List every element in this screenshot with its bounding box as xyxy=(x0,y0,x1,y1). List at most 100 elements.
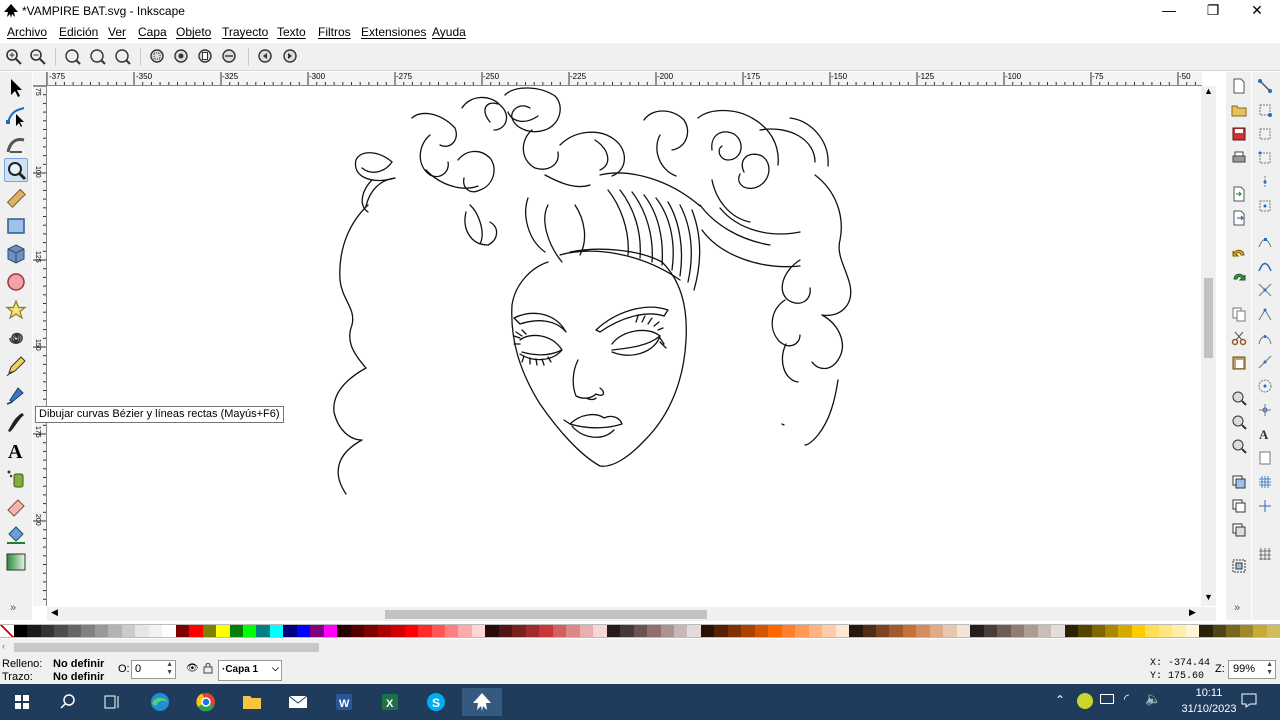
color-swatch[interactable] xyxy=(391,625,405,637)
color-swatch[interactable] xyxy=(579,625,594,637)
color-swatch[interactable] xyxy=(1091,625,1105,637)
menu-filtros[interactable]: Filtros xyxy=(318,25,351,39)
snap-rotation-centers-icon[interactable] xyxy=(1257,402,1273,418)
color-swatch[interactable] xyxy=(956,625,971,637)
color-swatch[interactable] xyxy=(162,625,176,637)
zoom-selection-icon[interactable] xyxy=(149,48,167,66)
snap-nodes-icon[interactable] xyxy=(1257,234,1273,250)
color-swatch[interactable] xyxy=(242,625,257,637)
zoom-drawing-icon[interactable] xyxy=(1231,414,1247,430)
print-icon[interactable] xyxy=(1231,150,1247,166)
spray-tool-icon[interactable] xyxy=(4,466,28,490)
color-swatch[interactable] xyxy=(175,625,190,637)
color-swatch[interactable] xyxy=(1199,625,1213,637)
menu-edicion[interactable]: Edición xyxy=(59,25,98,39)
color-swatch[interactable] xyxy=(983,625,998,637)
color-swatch[interactable] xyxy=(1118,625,1132,637)
color-swatch[interactable] xyxy=(40,625,55,637)
close-button[interactable]: ✕ xyxy=(1234,0,1280,22)
pencil-tool-icon[interactable] xyxy=(4,354,28,378)
minimize-button[interactable]: — xyxy=(1146,0,1192,22)
color-swatch[interactable] xyxy=(1185,625,1200,637)
snap-cusp-nodes-icon[interactable] xyxy=(1257,306,1273,322)
color-swatch[interactable] xyxy=(876,625,890,637)
color-swatch[interactable] xyxy=(620,625,634,637)
windows-start-icon[interactable] xyxy=(4,688,40,716)
zoom-selection-icon[interactable] xyxy=(1231,390,1247,406)
color-swatch[interactable] xyxy=(364,625,378,637)
menu-objeto[interactable]: Objeto xyxy=(176,25,211,39)
color-swatch[interactable] xyxy=(916,625,930,637)
layer-dropdown[interactable]: ·Capa 1 ⌵ xyxy=(218,660,282,681)
zoom-drawing-icon[interactable] xyxy=(173,48,191,66)
color-swatch[interactable] xyxy=(310,625,324,637)
tray-app-icon[interactable] xyxy=(1077,693,1093,709)
notifications-icon[interactable] xyxy=(1240,692,1258,708)
color-swatch[interactable] xyxy=(862,625,876,637)
lock-icon[interactable] xyxy=(203,662,213,674)
color-swatch[interactable] xyxy=(1104,625,1119,637)
color-swatch[interactable] xyxy=(647,625,661,637)
color-swatch[interactable] xyxy=(970,625,984,637)
color-swatch[interactable] xyxy=(943,625,957,637)
word-icon[interactable]: W xyxy=(326,688,362,716)
more-commands-icon[interactable]: » xyxy=(1234,602,1240,614)
color-swatch[interactable] xyxy=(458,625,472,637)
scroll-right-icon[interactable]: ▶ xyxy=(1189,607,1196,618)
snap-bbox-centers-icon[interactable] xyxy=(1257,198,1273,214)
color-swatch[interactable] xyxy=(687,625,701,637)
paint-bucket-tool-icon[interactable] xyxy=(4,522,28,546)
snap-paths-icon[interactable] xyxy=(1257,258,1273,274)
color-swatch[interactable] xyxy=(781,625,796,637)
snap-midpoints-icon[interactable] xyxy=(1257,354,1273,370)
zoom-out-icon[interactable] xyxy=(29,48,47,66)
snap-grid-icon[interactable] xyxy=(1257,474,1273,490)
group-icon[interactable] xyxy=(1231,558,1247,574)
menu-texto[interactable]: Texto xyxy=(277,25,306,39)
redo-icon[interactable] xyxy=(1231,270,1247,286)
color-swatch[interactable] xyxy=(1145,625,1159,637)
color-swatch[interactable] xyxy=(67,625,82,637)
bezier-pen-tool-icon[interactable] xyxy=(4,382,28,406)
color-swatch[interactable] xyxy=(1051,625,1065,637)
zoom-1-2-icon[interactable] xyxy=(89,48,107,66)
snap-bbox-icon[interactable] xyxy=(1257,102,1273,118)
chevron-up-icon[interactable]: ⌃ xyxy=(1055,693,1065,707)
open-folder-icon[interactable] xyxy=(1231,102,1247,118)
color-swatch[interactable] xyxy=(754,625,769,637)
scroll-thumb[interactable] xyxy=(1204,278,1213,358)
tweak-tool-icon[interactable] xyxy=(4,132,28,156)
ellipse-tool-icon[interactable] xyxy=(4,270,28,294)
menu-extensiones[interactable]: Extensiones xyxy=(361,25,426,39)
spiral-tool-icon[interactable] xyxy=(4,326,28,350)
color-swatch[interactable] xyxy=(350,625,365,637)
battery-icon[interactable] xyxy=(1100,694,1114,704)
restore-button[interactable]: ❐ xyxy=(1190,0,1236,22)
color-swatch[interactable] xyxy=(485,625,499,637)
snap-bbox-midpoints-icon[interactable] xyxy=(1257,174,1273,190)
color-swatch[interactable] xyxy=(822,625,836,637)
menu-ver[interactable]: Ver xyxy=(108,25,126,39)
color-swatch[interactable] xyxy=(889,625,903,637)
color-swatch[interactable] xyxy=(700,625,715,637)
zoom-page-icon[interactable] xyxy=(1231,438,1247,454)
no-color-swatch[interactable] xyxy=(0,625,14,637)
color-swatch[interactable] xyxy=(323,625,338,637)
snap-bbox-edges-icon[interactable] xyxy=(1257,126,1273,142)
excel-icon[interactable]: X xyxy=(372,688,408,716)
zoom-width-icon[interactable] xyxy=(221,48,239,66)
search-icon[interactable] xyxy=(50,688,86,716)
color-swatch[interactable] xyxy=(1010,625,1025,637)
zoom-2-1-icon[interactable] xyxy=(114,48,132,66)
color-swatch[interactable] xyxy=(54,625,68,637)
snap-object-centers-icon[interactable] xyxy=(1257,378,1273,394)
import-icon[interactable] xyxy=(1231,186,1247,202)
stroke-value[interactable]: No definir xyxy=(53,671,104,683)
color-swatch[interactable] xyxy=(1037,625,1052,637)
cut-icon[interactable] xyxy=(1231,330,1247,346)
fill-value[interactable]: No definir xyxy=(53,658,104,670)
3d-box-tool-icon[interactable] xyxy=(4,242,28,266)
color-swatch[interactable] xyxy=(566,625,580,637)
edge-browser-icon[interactable] xyxy=(142,688,178,716)
color-swatch[interactable] xyxy=(1253,625,1267,637)
